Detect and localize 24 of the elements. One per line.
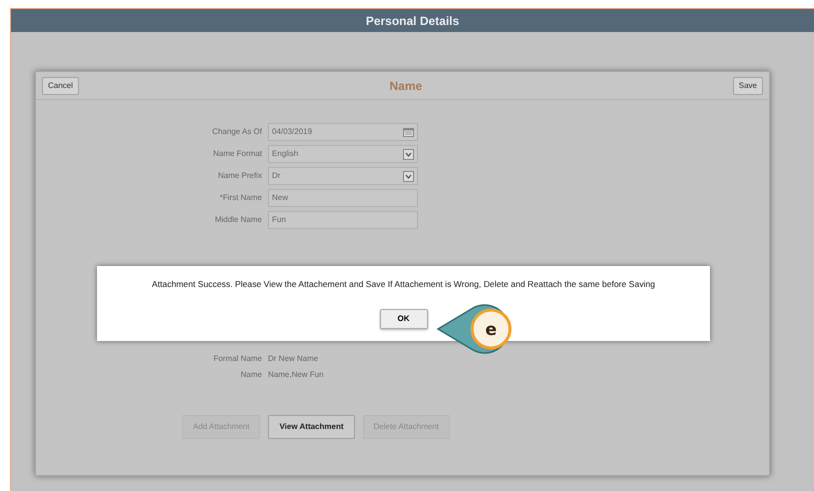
field-label: Name [240, 369, 262, 381]
dialog-title: Name [389, 78, 422, 94]
attachment-button[interactable]: View Attachment [268, 415, 354, 439]
field-value: Dr New Name [268, 353, 320, 365]
dropdown-icon[interactable] [403, 148, 414, 160]
field-value: Name,New Fun [268, 369, 325, 381]
save-button[interactable]: Save [732, 76, 763, 94]
field-label: Change As Of [211, 126, 262, 138]
dropdown-field[interactable]: Dr [268, 167, 418, 185]
field-label: Middle Name [214, 214, 262, 226]
field-label: *First Name [218, 192, 262, 204]
page-title: Personal Details [11, 9, 814, 32]
calendar-icon[interactable] [403, 127, 414, 137]
input-field[interactable]: Fun [268, 211, 418, 229]
date-field[interactable]: 04/03/2019 [268, 123, 418, 141]
field-label: Name Prefix [216, 170, 262, 182]
input-field[interactable]: New [268, 189, 418, 207]
ok-button[interactable]: OK [380, 308, 428, 329]
cancel-button[interactable]: Cancel [42, 76, 79, 94]
alert-message: Attachment Success. Please View the Attachement and Save If Attachement is Wrong, Delete and Reattach the same before Saving [152, 278, 656, 291]
field-label: Name Format [212, 148, 262, 160]
dropdown-field[interactable]: English [268, 145, 418, 163]
dropdown-icon[interactable] [403, 170, 414, 182]
field-label: Formal Name [212, 353, 262, 365]
